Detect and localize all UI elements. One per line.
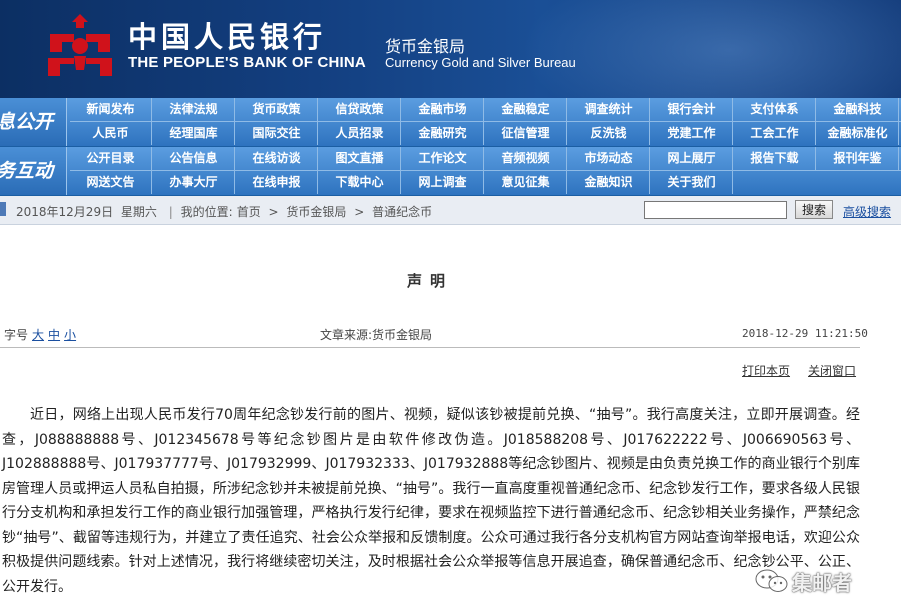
search-button[interactable]: 搜索 xyxy=(795,200,833,219)
breadcrumb-current[interactable]: 普通纪念币 xyxy=(372,205,432,219)
nav-link[interactable]: 银行会计 xyxy=(651,98,733,121)
nav-link[interactable]: 下载中心 xyxy=(319,171,401,194)
nav-link[interactable]: 人员招录 xyxy=(319,122,401,145)
nav-link[interactable]: 工作论文 xyxy=(402,147,484,170)
article-datetime: 2018-12-29 11:21:50 xyxy=(742,327,868,340)
nav-link[interactable]: 报刊年鉴 xyxy=(817,147,899,170)
nav-link[interactable]: 党建工作 xyxy=(651,122,733,145)
nav-link[interactable]: 信贷政策 xyxy=(319,98,401,121)
font-size-label: 字号 xyxy=(4,328,29,342)
nav-group-service: 务互动 公开目录 公告信息 在线访谈 图文直播 工作论文 音频视频 市场动态 网上展厅 报告下载… xyxy=(0,147,901,195)
divider xyxy=(0,347,860,348)
nav-link[interactable]: 金融标准化 xyxy=(817,122,899,145)
nav-links: 公开目录 公告信息 在线访谈 图文直播 工作论文 音频视频 市场动态 网上展厅 报告下载 报刊年鉴… xyxy=(70,147,901,195)
font-size-switcher: 字号大中小 xyxy=(4,326,76,343)
print-link[interactable]: 打印本页 xyxy=(742,364,790,378)
nav-link[interactable]: 金融科技 xyxy=(817,98,899,121)
nav-link[interactable]: 办事大厅 xyxy=(153,171,235,194)
location-label: 我的位置: xyxy=(180,205,233,219)
font-size-medium-link[interactable]: 中 xyxy=(48,328,60,342)
nav-group-label: 息公开 xyxy=(0,98,67,146)
nav-link[interactable]: 音频视频 xyxy=(485,147,567,170)
nav-link[interactable]: 工会工作 xyxy=(734,122,816,145)
nav-link[interactable]: 图文直播 xyxy=(319,147,401,170)
article-title: 声明 xyxy=(406,272,453,290)
department-title-cn: 货币金银局 xyxy=(385,37,466,56)
nav-link[interactable]: 金融研究 xyxy=(402,122,484,145)
nav-links: 新闻发布 法律法规 货币政策 信贷政策 金融市场 金融稳定 调查统计 银行会计 支付体系 金融科技… xyxy=(70,98,901,146)
nav-link[interactable]: 支付体系 xyxy=(734,98,816,121)
nav-link[interactable]: 反洗钱 xyxy=(568,122,650,145)
search-input[interactable] xyxy=(644,201,787,219)
nav-link[interactable]: 在线访谈 xyxy=(236,147,318,170)
nav-link[interactable]: 网送文告 xyxy=(70,171,152,194)
breadcrumb: 2018年12月29日 星期六 | 我的位置: 首页 > 货币金银局 > 普通纪念… xyxy=(16,203,436,220)
nav-link[interactable]: 在线申报 xyxy=(236,171,318,194)
nav-link[interactable]: 网上展厅 xyxy=(651,147,733,170)
article-tools: 打印本页 关闭窗口 xyxy=(742,362,874,379)
bank-title-en: THE PEOPLE'S BANK OF CHINA xyxy=(128,54,366,71)
nav-link[interactable]: 关于我们 xyxy=(651,171,733,194)
current-weekday: 星期六 xyxy=(120,205,157,219)
breadcrumb-separator: > xyxy=(268,205,279,219)
nav-link[interactable]: 报告下载 xyxy=(734,147,816,170)
font-size-large-link[interactable]: 大 xyxy=(32,328,44,342)
banner-glow xyxy=(520,0,901,98)
pboc-emblem-icon xyxy=(48,14,112,76)
article-paragraph: 近日，网络上出现人民币发行70周年纪念钞发行前的图片、视频，疑似该钞被提前兑换、… xyxy=(2,407,860,595)
article-body: 近日，网络上出现人民币发行70周年纪念钞发行前的图片、视频，疑似该钞被提前兑换、… xyxy=(2,403,860,599)
nav-link[interactable]: 金融知识 xyxy=(568,171,650,194)
breadcrumb-section-link[interactable]: 货币金银局 xyxy=(286,205,346,219)
department-title-en: Currency Gold and Silver Bureau xyxy=(385,55,576,70)
nav-group-label: 务互动 xyxy=(0,147,67,195)
breadcrumb-home-link[interactable]: 首页 xyxy=(237,205,261,219)
breadcrumb-marker xyxy=(0,202,6,216)
breadcrumb-separator: > xyxy=(354,205,365,219)
divider: | xyxy=(168,205,173,219)
nav-link[interactable]: 经理国库 xyxy=(153,122,235,145)
font-size-small-link[interactable]: 小 xyxy=(64,328,76,342)
watermark: 集邮者 xyxy=(752,567,901,595)
watermark-text: 集邮者 xyxy=(792,571,852,595)
nav-link[interactable]: 网上调查 xyxy=(402,171,484,194)
nav-link[interactable]: 新闻发布 xyxy=(70,98,152,121)
nav-link[interactable]: 调查统计 xyxy=(568,98,650,121)
wechat-icon xyxy=(755,569,788,592)
nav-link[interactable]: 法律法规 xyxy=(153,98,235,121)
nav-link[interactable]: 征信管理 xyxy=(485,122,567,145)
article-meta: 字号大中小 文章来源:货币金银局 2018-12-29 11:21:50 xyxy=(0,326,868,344)
bank-title-cn: 中国人民银行 xyxy=(128,20,327,54)
nav-link[interactable]: 国际交往 xyxy=(236,122,318,145)
nav-group-info: 息公开 新闻发布 法律法规 货币政策 信贷政策 金融市场 金融稳定 调查统计 银行会计 支付体系… xyxy=(0,98,901,146)
main-nav: 息公开 新闻发布 法律法规 货币政策 信贷政策 金融市场 金融稳定 调查统计 银行会计 支付体系… xyxy=(0,98,901,196)
article-source: 文章来源:货币金银局 xyxy=(320,328,433,342)
nav-link[interactable]: 意见征集 xyxy=(485,171,567,194)
nav-link[interactable]: 公告信息 xyxy=(153,147,235,170)
current-date: 2018年12月29日 xyxy=(16,205,114,219)
close-window-link[interactable]: 关闭窗口 xyxy=(808,364,856,378)
nav-link[interactable]: 金融稳定 xyxy=(485,98,567,121)
advanced-search-link[interactable]: 高级搜索 xyxy=(843,203,891,220)
header-banner: 中国人民银行 THE PEOPLE'S BANK OF CHINA 货币金银局 … xyxy=(0,0,901,98)
nav-link[interactable]: 市场动态 xyxy=(568,147,650,170)
nav-link[interactable]: 公开目录 xyxy=(70,147,152,170)
nav-link[interactable]: 货币政策 xyxy=(236,98,318,121)
nav-link[interactable]: 金融市场 xyxy=(402,98,484,121)
nav-link[interactable]: 人民币 xyxy=(70,122,152,145)
